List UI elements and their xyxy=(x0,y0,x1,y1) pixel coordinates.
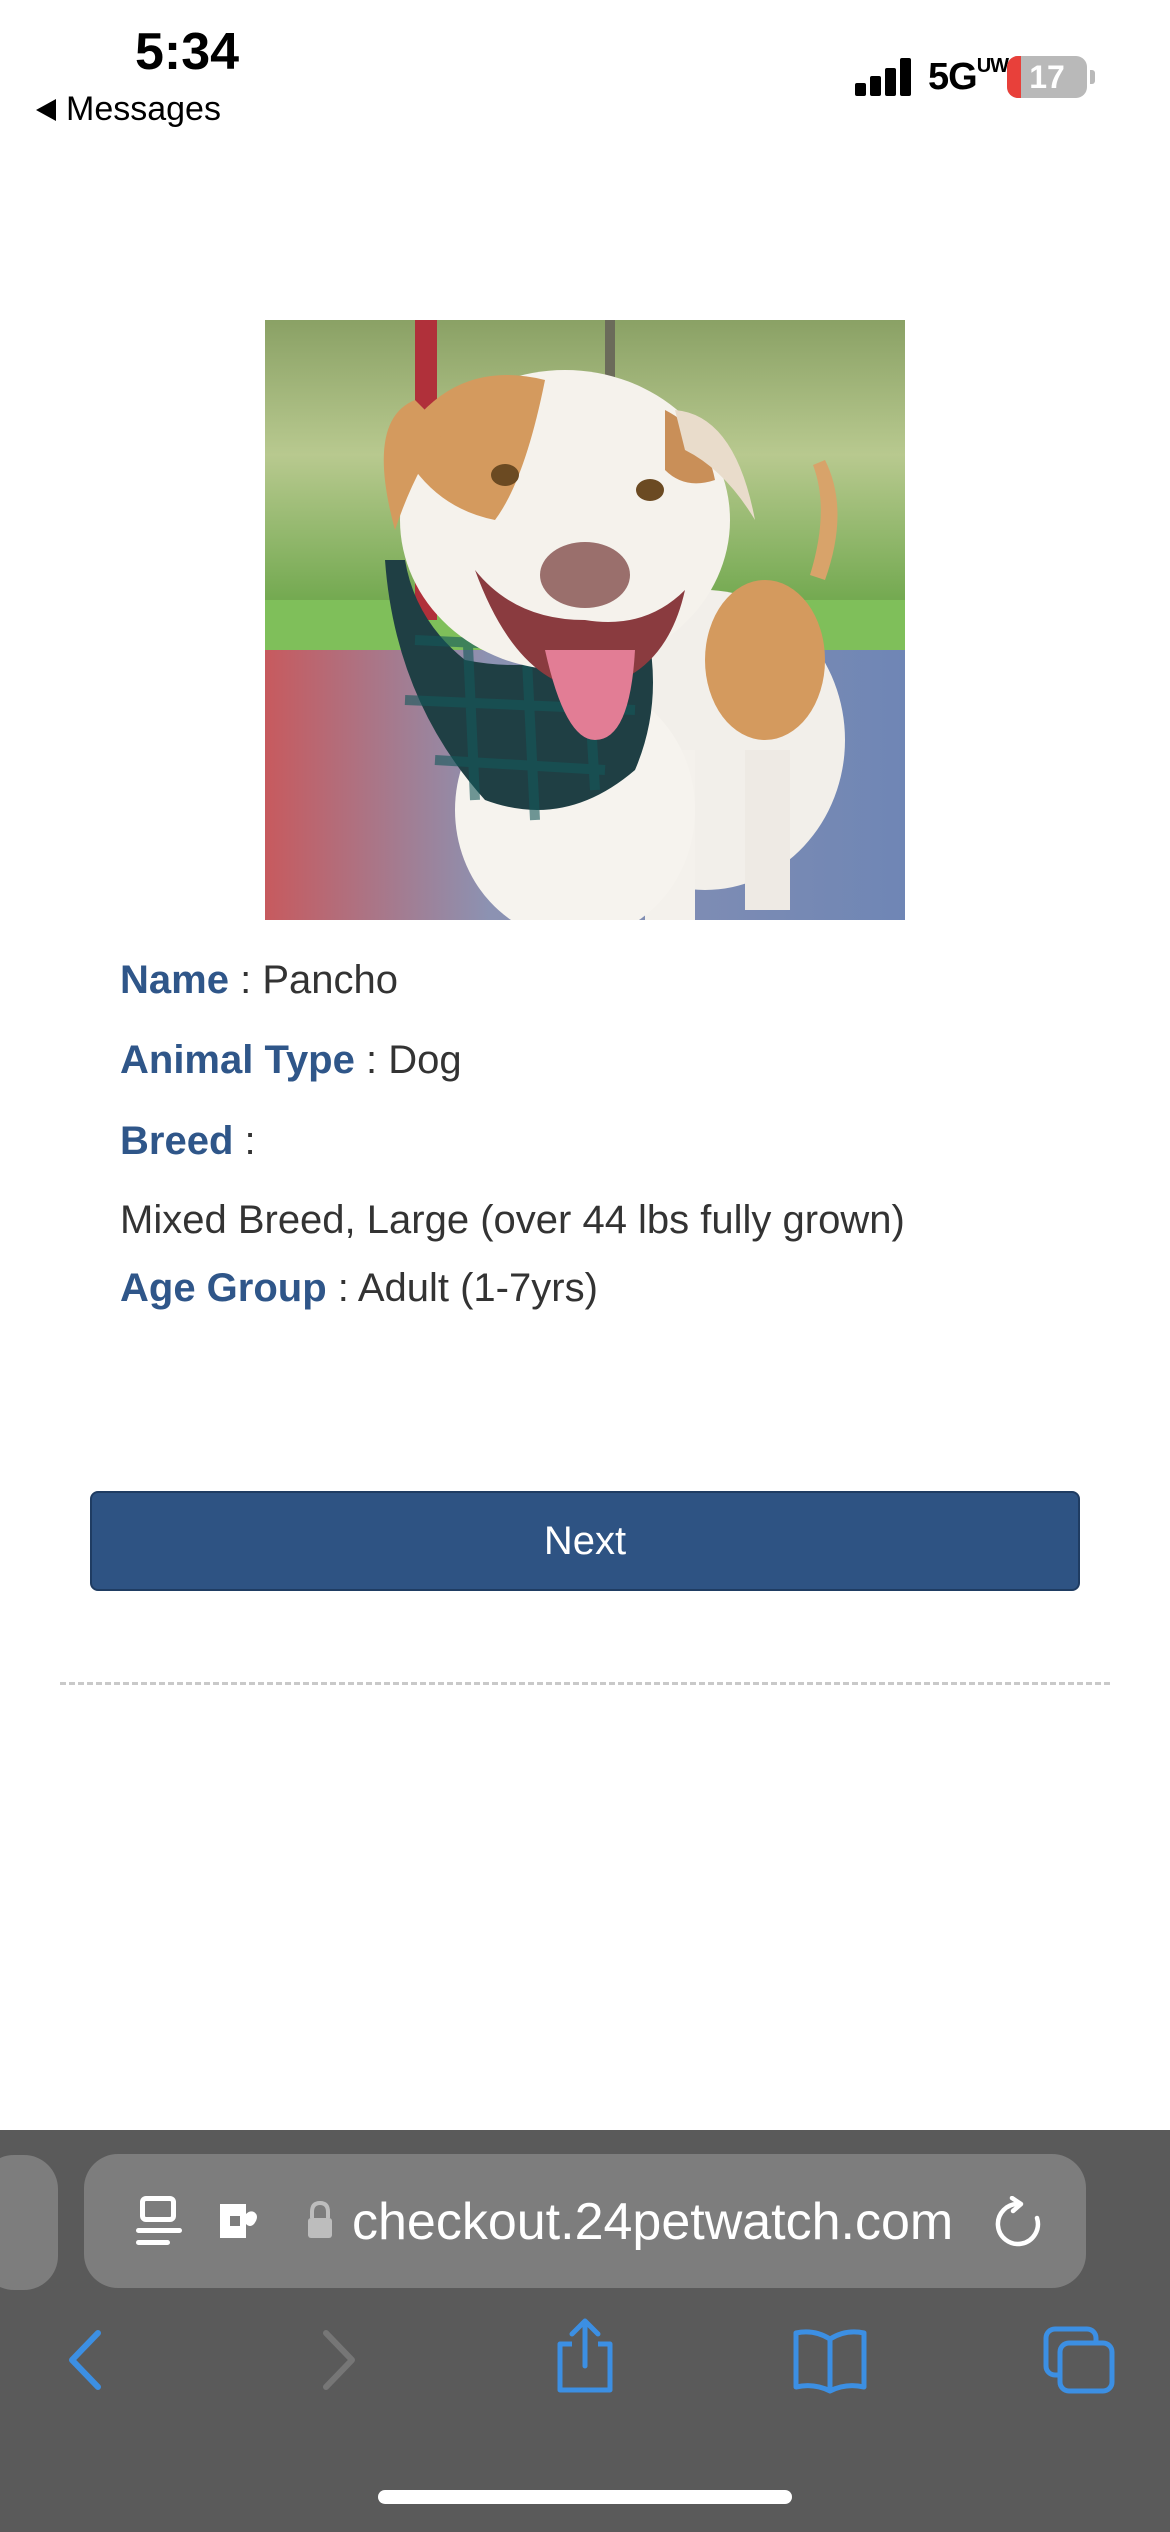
pet-photo xyxy=(265,320,905,920)
lock-icon xyxy=(306,2200,334,2240)
animal-type-label: Animal Type xyxy=(120,1038,355,1082)
forward-icon xyxy=(312,2325,362,2395)
age-group-value: Adult (1-7yrs) xyxy=(357,1266,598,1310)
name-value: Pancho xyxy=(262,958,398,1002)
battery-icon: 17 xyxy=(1007,56,1087,98)
animal-type-separator: : xyxy=(366,1038,378,1082)
address-bar[interactable]: checkout.24petwatch.com xyxy=(84,2154,1086,2288)
signal-icon xyxy=(855,58,913,96)
share-icon[interactable] xyxy=(550,2318,620,2394)
reader-icon[interactable] xyxy=(136,2196,182,2248)
age-group-label: Age Group xyxy=(120,1266,327,1310)
battery-level: 17 xyxy=(1029,58,1065,95)
breed-label: Breed xyxy=(120,1119,234,1163)
detail-age-row: Age Group : Adult (1-7yrs) xyxy=(120,1266,598,1311)
bookmarks-icon[interactable] xyxy=(792,2325,868,2395)
detail-name-row: Name : Pancho xyxy=(120,958,398,1003)
battery-tip xyxy=(1090,70,1095,84)
breed-value: Mixed Breed, Large (over 44 lbs fully gr… xyxy=(120,1198,905,1242)
extension-icon[interactable] xyxy=(216,2202,264,2240)
name-separator: : xyxy=(240,958,252,1002)
back-icon[interactable] xyxy=(62,2325,112,2395)
detail-type-row: Animal Type : Dog xyxy=(120,1038,462,1083)
breed-separator: : xyxy=(244,1119,256,1163)
status-bar: 5:34 Messages 5GUW 17 xyxy=(0,0,1170,150)
age-group-separator: : xyxy=(337,1266,349,1310)
tabs-icon[interactable] xyxy=(1042,2325,1116,2395)
network-label: 5GUW xyxy=(928,55,1009,98)
back-to-app-link[interactable]: Messages xyxy=(36,90,221,129)
back-triangle-icon xyxy=(36,98,56,121)
back-app-label: Messages xyxy=(66,90,221,128)
url-text[interactable]: checkout.24petwatch.com xyxy=(352,2192,953,2252)
animal-type-value: Dog xyxy=(388,1038,462,1082)
reload-icon[interactable] xyxy=(994,2195,1044,2250)
status-time: 5:34 xyxy=(135,23,240,81)
home-indicator[interactable] xyxy=(378,2490,792,2504)
next-button[interactable]: Next xyxy=(90,1491,1080,1591)
detail-breed-row: Breed : xyxy=(120,1119,256,1164)
dashed-divider xyxy=(60,1682,1110,1685)
previous-tab-peek[interactable] xyxy=(0,2155,58,2290)
name-label: Name xyxy=(120,958,229,1002)
